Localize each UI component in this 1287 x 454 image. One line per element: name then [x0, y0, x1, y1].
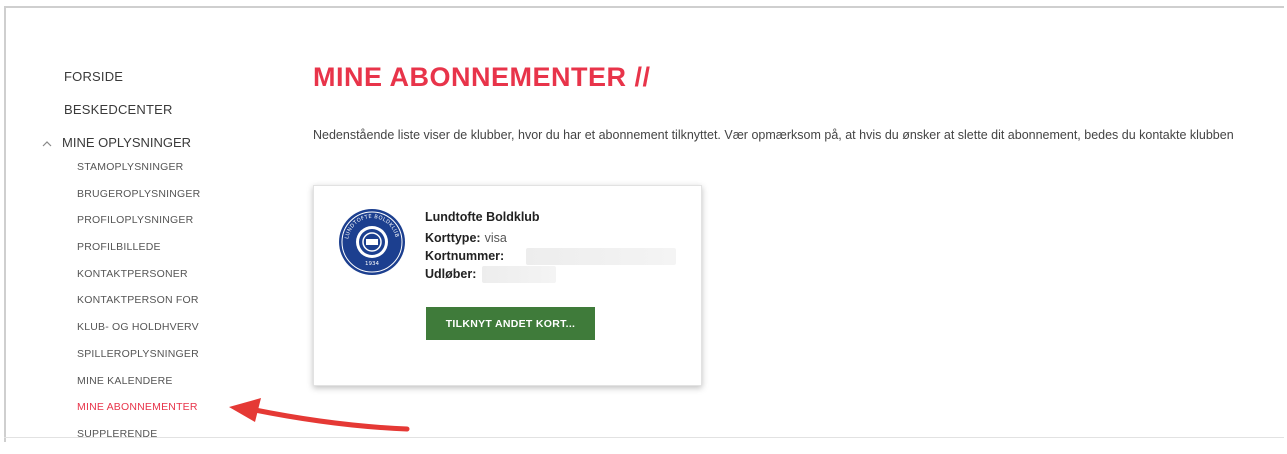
club-name: Lundtofte Boldklub — [425, 210, 540, 224]
sidebar-item-profilbillede[interactable]: PROFILBILLEDE — [77, 240, 200, 267]
sidebar-group-label: MINE OPLYSNINGER — [62, 135, 192, 150]
card-number-label: Kortnummer: — [425, 249, 505, 263]
attach-other-card-button[interactable]: TILKNYT ANDET KORT... — [426, 307, 595, 340]
sidebar-item-kontaktpersoner[interactable]: KONTAKTPERSONER — [77, 267, 200, 294]
expires-redacted — [482, 266, 556, 283]
sidebar-item-kontaktperson-for[interactable]: KONTAKTPERSON FOR — [77, 293, 200, 320]
sidebar-item-mine-abonnementer[interactable]: MINE ABONNEMENTER — [77, 400, 200, 427]
intro-text: Nedenstående liste viser de klubber, hvo… — [313, 128, 1234, 142]
sidebar-item-forside[interactable]: FORSIDE — [64, 69, 123, 84]
expires-label: Udløber: — [425, 267, 477, 281]
chevron-up-icon[interactable] — [42, 138, 62, 150]
sidebar-item-mine-kalendere[interactable]: MINE KALENDERE — [77, 374, 200, 401]
sidebar-item-profiloplysninger[interactable]: PROFILOPLYSNINGER — [77, 213, 200, 240]
sidebar-item-stamoplysninger[interactable]: STAMOPLYSNINGER — [77, 160, 200, 187]
sidebar-group-mine-oplysninger[interactable]: MINE OPLYSNINGER — [42, 135, 191, 150]
sidebar-item-brugeroplysninger[interactable]: BRUGEROPLYSNINGER — [77, 187, 200, 214]
crest-year: 1934 — [365, 261, 379, 267]
sidebar-item-supplerende[interactable]: SUPPLERENDE — [77, 427, 200, 454]
card-number-row: Kortnummer: — [425, 249, 504, 263]
card-type-label: Korttype: — [425, 231, 481, 245]
card-type-row: Korttype: visa — [425, 231, 507, 245]
subscription-card: LUNDTOFTE BOLDKLUB 1934 Lundtofte Boldkl… — [313, 185, 702, 386]
sidebar-item-spilleroplysninger[interactable]: SPILLEROPLYSNINGER — [77, 347, 200, 374]
card-type-value: visa — [484, 231, 507, 245]
expires-row: Udløber: — [425, 267, 476, 281]
annotation-arrow-icon — [229, 398, 410, 432]
page-title: MINE ABONNEMENTER // — [313, 62, 651, 92]
sidebar-item-klub-og-holdhverv[interactable]: KLUB- OG HOLDHVERV — [77, 320, 200, 347]
club-crest-icon: LUNDTOFTE BOLDKLUB 1934 — [338, 208, 406, 276]
sidebar-item-beskedcenter[interactable]: BESKEDCENTER — [64, 102, 173, 117]
sidebar-sub-list: STAMOPLYSNINGER BRUGEROPLYSNINGER PROFIL… — [77, 160, 200, 454]
card-number-redacted — [526, 248, 676, 265]
